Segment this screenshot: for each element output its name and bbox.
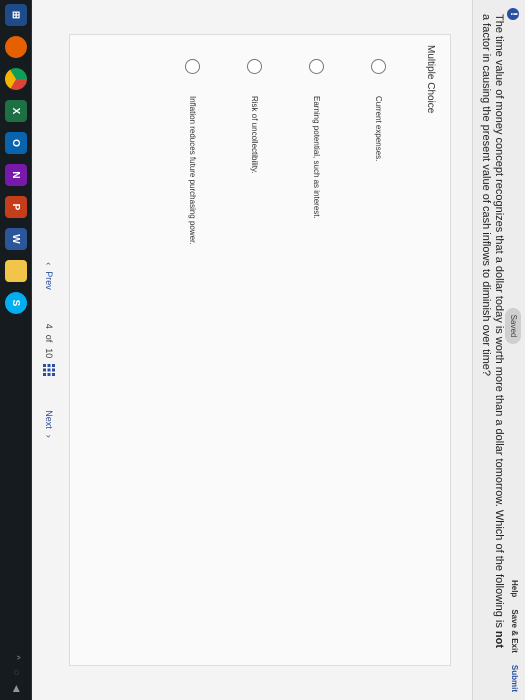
multiple-choice-label: Multiple Choice	[425, 45, 436, 114]
chevron-left-icon: ‹	[44, 262, 54, 266]
header-bar: ! Saved Help Save & Exit Submit The time…	[472, 0, 525, 700]
choice-label: Earning potential, such as interest.	[312, 96, 321, 219]
question-text: The time value of money concept recogniz…	[479, 14, 505, 654]
chrome-icon[interactable]	[5, 68, 27, 90]
chevron-right-icon: ›	[44, 434, 54, 438]
current-page: 4	[44, 323, 54, 329]
choice-option-1[interactable]: Current expenses.	[371, 59, 386, 161]
explorer-icon[interactable]	[5, 260, 27, 282]
prev-button[interactable]: ‹ Prev	[44, 262, 54, 290]
powerpoint-icon[interactable]: P	[5, 196, 27, 218]
question-card: Multiple Choice Current expenses. Earnin…	[69, 34, 451, 666]
top-links: Help Save & Exit Submit	[510, 580, 519, 692]
save-exit-link[interactable]: Save & Exit	[510, 609, 519, 653]
choice-label: Risk of uncollectibility.	[250, 96, 259, 174]
word-icon[interactable]: W	[5, 228, 27, 250]
choice-option-4[interactable]: Inflation reduces future purchasing powe…	[185, 59, 200, 245]
info-icon[interactable]: !	[507, 8, 519, 20]
page-counter: 4 of 10	[43, 324, 55, 377]
prev-label: Prev	[44, 271, 54, 290]
taskbar: ⊞ X O N P W S ^ ◌ ◀	[0, 0, 32, 700]
next-button[interactable]: Next ›	[44, 410, 54, 438]
choice-option-2[interactable]: Earning potential, such as interest.	[309, 59, 324, 219]
saved-badge: Saved	[505, 308, 521, 344]
radio-button[interactable]	[185, 59, 200, 74]
screen: ! Saved Help Save & Exit Submit The time…	[0, 0, 525, 700]
firefox-icon[interactable]	[5, 36, 27, 58]
help-link[interactable]: Help	[510, 580, 519, 597]
start-icon[interactable]: ⊞	[5, 4, 27, 26]
choice-label: Inflation reduces future purchasing powe…	[188, 96, 197, 245]
radio-button[interactable]	[309, 59, 324, 74]
submit-link[interactable]: Submit	[510, 665, 519, 692]
total-pages: 10	[44, 348, 54, 359]
skype-icon[interactable]: S	[5, 292, 27, 314]
excel-icon[interactable]: X	[5, 100, 27, 122]
of-text: of	[44, 334, 54, 343]
radio-button[interactable]	[371, 59, 386, 74]
next-label: Next	[44, 410, 54, 429]
choice-label: Current expenses.	[374, 96, 383, 162]
grid-icon[interactable]	[43, 364, 55, 377]
speaker-icon[interactable]: ◀	[11, 685, 22, 692]
question-part-2: a factor in causing the present value of…	[480, 14, 492, 376]
radio-button[interactable]	[247, 59, 262, 74]
question-pager: ‹ Prev 4 of 10 Next ›	[37, 0, 61, 700]
network-icon[interactable]: ◌	[11, 670, 22, 675]
choice-option-3[interactable]: Risk of uncollectibility.	[247, 59, 262, 174]
system-tray: ^ ◌ ◀	[11, 655, 22, 692]
question-part-1: The time value of money concept recogniz…	[493, 14, 505, 631]
chevron-up-icon[interactable]: ^	[11, 655, 22, 659]
question-emphasis: not	[493, 630, 505, 649]
outlook-icon[interactable]: O	[5, 132, 27, 154]
onenote-icon[interactable]: N	[5, 164, 27, 186]
